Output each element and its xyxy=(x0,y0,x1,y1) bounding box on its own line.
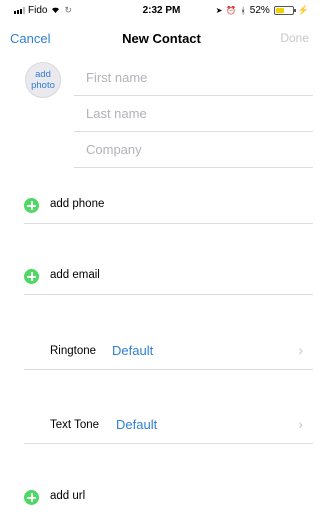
battery-percent: 52% xyxy=(249,5,270,16)
page-title: New Contact xyxy=(122,31,201,46)
add-photo-button[interactable]: add photo xyxy=(25,62,61,98)
chevron-right-icon: › xyxy=(298,342,303,358)
last-name-input[interactable] xyxy=(74,96,313,131)
add-phone-row[interactable]: add phone xyxy=(24,192,313,224)
company-input[interactable] xyxy=(74,132,313,167)
text-tone-label: Text Tone xyxy=(50,419,100,431)
battery-fill xyxy=(275,8,285,13)
last-name-field-row xyxy=(74,96,313,132)
add-url-row[interactable]: add url xyxy=(24,484,313,516)
alarm-icon: ⏰ xyxy=(226,6,237,15)
company-field-row xyxy=(74,132,313,168)
bluetooth-icon: ᚼ xyxy=(240,5,246,16)
battery-icon xyxy=(273,6,296,15)
status-right: ➤ ⏰ ᚼ 52% ⚡ xyxy=(216,5,309,16)
add-url-label: add url xyxy=(50,490,86,502)
first-name-input[interactable] xyxy=(74,60,313,95)
add-email-row[interactable]: add email xyxy=(24,263,313,295)
ringtone-row[interactable]: Ringtone Default › xyxy=(24,334,313,370)
text-tone-value: Default xyxy=(116,417,158,432)
add-phone-plus-icon[interactable] xyxy=(24,198,39,213)
location-icon: ➤ xyxy=(215,6,223,15)
status-bar: Fido ↻ 2:32 PM ➤ ⏰ ᚼ 52% ⚡ xyxy=(0,0,323,20)
first-name-field-row xyxy=(74,60,313,96)
add-email-label: add email xyxy=(50,269,100,281)
add-url-plus-icon[interactable] xyxy=(24,490,39,505)
add-email-plus-icon[interactable] xyxy=(24,269,39,284)
chevron-right-icon: › xyxy=(298,416,303,432)
add-phone-label: add phone xyxy=(50,198,105,210)
text-tone-row[interactable]: Text Tone Default › xyxy=(24,408,313,444)
add-photo-label: add photo xyxy=(31,69,55,91)
ringtone-value: Default xyxy=(112,343,154,358)
charging-icon: ⚡ xyxy=(297,5,309,15)
ringtone-label: Ringtone xyxy=(50,345,97,357)
done-button[interactable]: Done xyxy=(280,31,309,45)
nav-bar: Cancel New Contact Done xyxy=(0,26,323,52)
